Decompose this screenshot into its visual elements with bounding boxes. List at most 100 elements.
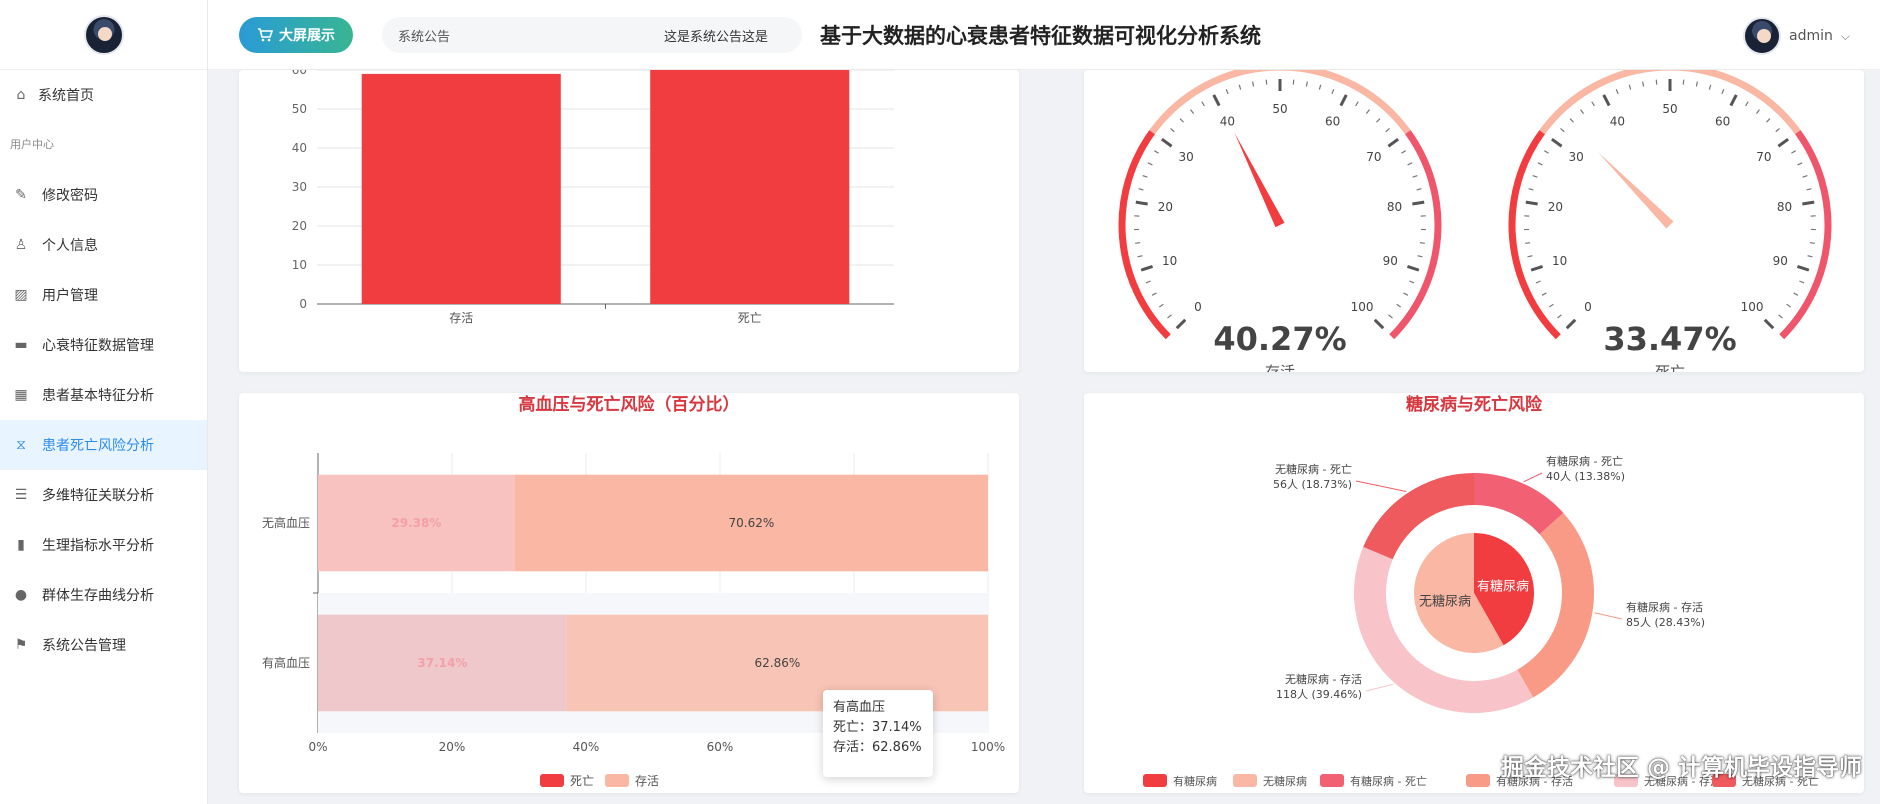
- gauge-tick: [1376, 118, 1381, 123]
- sidebar-item[interactable]: ▦ 患者基本特征分析: [0, 370, 207, 420]
- sidebar-item-label: 多维特征关联分析: [42, 488, 154, 504]
- gauge-tick: [1548, 303, 1554, 308]
- outer-slice-label: 无糖尿病 - 存活: [1285, 672, 1362, 686]
- tooltip-line-survive: 存活：62.86%: [833, 740, 922, 755]
- gauge-tick: [1807, 255, 1813, 258]
- menu-icon: ▦: [14, 387, 28, 403]
- gauge-tick-label: 50: [1272, 102, 1287, 116]
- gauge-tick-label: 10: [1552, 254, 1567, 268]
- gauge-tick: [1339, 94, 1348, 107]
- gauge-tick: [1385, 127, 1390, 133]
- inner-slice-label: 无糖尿病: [1419, 594, 1471, 610]
- y-tick-label: 30: [292, 180, 307, 194]
- gauge-tick: [1763, 318, 1775, 330]
- gauge-tick: [1796, 264, 1810, 272]
- outer-label-line: [1365, 683, 1394, 692]
- menu-icon: ●: [14, 587, 28, 603]
- gauge-tick: [1212, 94, 1221, 107]
- gauge-tick: [1167, 314, 1172, 319]
- sidebar-item[interactable]: ⧖ 患者死亡风险分析: [0, 420, 207, 470]
- y-tick-label: 有高血压: [262, 655, 310, 670]
- survival-bar-chart: 0 10 20 30 40 50 60 存活 死亡: [292, 70, 894, 325]
- gauge-tick: [1419, 242, 1425, 244]
- gauge-tick: [1565, 318, 1577, 330]
- gauge-tick: [1151, 292, 1157, 296]
- gauge-tick: [1591, 101, 1595, 107]
- sidebar-item[interactable]: ☰ 多维特征关联分析: [0, 470, 207, 520]
- sidebar-item[interactable]: ♙ 个人信息: [0, 220, 207, 270]
- gauge-tick-label: 20: [1158, 200, 1173, 214]
- sidebar-group-label: 用户中心: [10, 138, 54, 151]
- gauge-tick: [1373, 318, 1385, 330]
- menu-icon: ▬: [14, 337, 28, 353]
- sidebar-item[interactable]: ▬ 心衰特征数据管理: [0, 320, 207, 370]
- gauge-tick-label: 80: [1777, 200, 1792, 214]
- gauge-tick: [1388, 314, 1393, 319]
- outer-slice-value: 40人 (13.38%): [1546, 470, 1625, 483]
- big-screen-label: 大屏展示: [279, 28, 335, 44]
- gauge-tick: [1569, 118, 1574, 123]
- hbar-data-label: 37.14%: [417, 656, 467, 670]
- gauge-tick: [1142, 174, 1148, 178]
- menu-icon: ♙: [14, 237, 28, 253]
- outer-label-line: [1594, 612, 1623, 620]
- big-screen-button[interactable]: 大屏展示: [239, 17, 353, 53]
- legend-label: 无糖尿病: [1263, 774, 1307, 788]
- gauge-tick: [1305, 81, 1308, 87]
- gauge-tick: [1528, 188, 1534, 191]
- gauge-tick: [1532, 174, 1538, 178]
- legend-label: 有糖尿病: [1173, 774, 1217, 788]
- sidebar-item[interactable]: ▨ 用户管理: [0, 270, 207, 320]
- legend-label: 存活: [635, 774, 659, 788]
- gauge-tick: [1190, 109, 1195, 114]
- gauge-tick-label: 40: [1220, 115, 1235, 129]
- sidebar-item[interactable]: ▮ 生理指标水平分析: [0, 520, 207, 570]
- notice-bar[interactable]: 系统公告 这是系统公告这是: [382, 17, 802, 53]
- sidebar-item-label: 群体生存曲线分析: [42, 588, 154, 604]
- gauge-tick: [1225, 89, 1229, 95]
- gauge-tick: [1695, 81, 1698, 87]
- sidebar-item[interactable]: ⚑ 系统公告管理: [0, 620, 207, 670]
- gauge-value: 33.47%: [1603, 320, 1736, 358]
- hbar-data-label: 70.62%: [729, 516, 775, 530]
- notice-marquee-text: 这是系统公告这是: [664, 29, 769, 45]
- gauge-tick: [1179, 118, 1184, 123]
- outer-slice-value: 118人 (39.46%): [1276, 688, 1362, 701]
- card-diabetes: 糖尿病与死亡风险 有糖尿病 无糖尿病 有糖尿病 - 死亡 40人 (13.38%) 有糖…: [1084, 393, 1864, 793]
- tooltip-title: 有高血压: [833, 700, 886, 715]
- gauge-tick-label: 0: [1194, 300, 1202, 314]
- gauge-tick-label: 90: [1773, 254, 1788, 268]
- y-tick-label: 50: [292, 102, 307, 116]
- gauge-tick: [1708, 84, 1712, 90]
- gauge-tick: [1541, 292, 1547, 296]
- gauge-tick: [1525, 242, 1531, 244]
- gauge-tick-label: 70: [1366, 150, 1381, 164]
- gauge-tick: [1777, 137, 1789, 148]
- gauge-tick: [1161, 137, 1173, 148]
- gauge-tick: [1145, 280, 1151, 284]
- sidebar-item-label: 用户管理: [42, 288, 98, 304]
- y-tick-label: 20: [292, 219, 307, 233]
- x-tick-label: 100%: [971, 740, 1005, 754]
- gauge-tick-label: 60: [1325, 115, 1340, 129]
- gauge-tick: [1331, 89, 1335, 95]
- gauge-tick: [1406, 264, 1420, 272]
- sidebar-item[interactable]: ● 群体生存曲线分析: [0, 570, 207, 620]
- gauge-tick: [1535, 280, 1541, 284]
- gauge-tick: [1729, 94, 1738, 107]
- gauge-tick: [1537, 162, 1543, 166]
- gauge-tick: [1137, 255, 1143, 258]
- gauge-tick: [1755, 109, 1760, 114]
- diabetes-pie-chart: 有糖尿病无糖尿病有糖尿病 - 死亡40人 (13.38%)有糖尿病 - 存活85…: [1143, 454, 1819, 788]
- gauge-tick: [1802, 200, 1815, 206]
- chart-tooltip: 有高血压 死亡：37.14% 存活：62.86%: [823, 690, 933, 777]
- sidebar-item[interactable]: ✎ 修改密码: [0, 170, 207, 220]
- gauge-needle: [1234, 132, 1285, 228]
- user-menu[interactable]: admin ⌵: [1743, 17, 1850, 55]
- sidebar-item-home[interactable]: ⌂ 系统首页: [0, 70, 207, 120]
- gauge-tick: [1580, 109, 1585, 114]
- bar-1: [650, 70, 850, 304]
- sidebar-item-label: 生理指标水平分析: [42, 538, 154, 554]
- gauge-tick-label: 20: [1548, 200, 1563, 214]
- gauge-tick: [1387, 137, 1399, 148]
